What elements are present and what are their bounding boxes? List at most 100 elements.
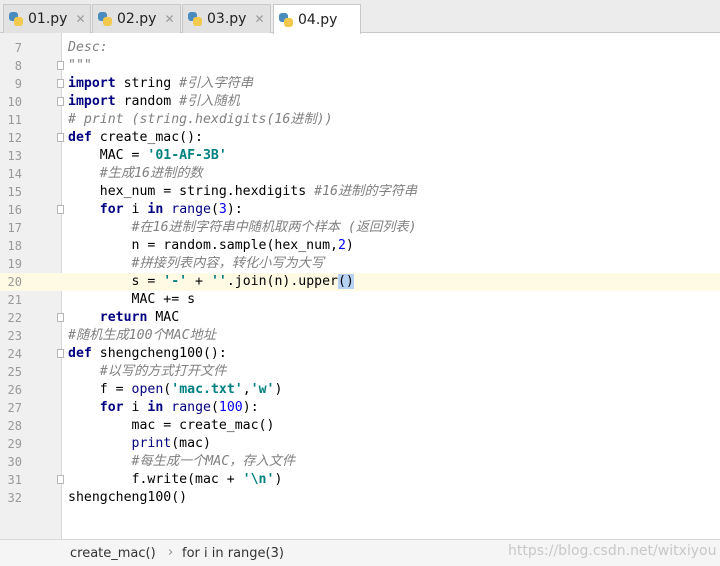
line-number: 17 — [7, 221, 22, 235]
code-line[interactable]: 20 s = '-' + ''.join(n).upper() — [0, 273, 720, 291]
code-text[interactable]: #生成16进制的数 — [68, 165, 203, 183]
code-text[interactable]: MAC = '01-AF-3B' — [68, 147, 227, 165]
tab-label: 04.py — [298, 11, 338, 28]
fold-marker-icon[interactable] — [57, 97, 64, 106]
code-text[interactable]: #随机生成100个MAC地址 — [68, 327, 216, 345]
code-text[interactable]: mac = create_mac() — [68, 417, 275, 435]
close-icon[interactable]: ✕ — [164, 12, 174, 26]
editor-tab-bar: 01.py ✕ 02.py ✕ 03.py ✕ 04.py — [0, 0, 720, 34]
code-text[interactable]: n = random.sample(hex_num,2) — [68, 237, 354, 255]
code-line[interactable]: 8 """ — [0, 57, 720, 75]
code-line[interactable]: 25 #以写的方式打开文件 — [0, 363, 720, 381]
code-line[interactable]: 32 shengcheng100() — [0, 489, 720, 507]
fold-marker-icon[interactable] — [57, 79, 64, 88]
code-line[interactable]: 24 def shengcheng100(): — [0, 345, 720, 363]
code-text[interactable]: f = open('mac.txt','w') — [68, 381, 283, 399]
line-number: 7 — [14, 41, 22, 55]
code-text[interactable]: """ — [68, 57, 92, 75]
line-number: 11 — [7, 113, 22, 127]
line-number: 29 — [7, 437, 22, 451]
code-line[interactable]: 12 def create_mac(): — [0, 129, 720, 147]
code-text[interactable]: return MAC — [68, 309, 179, 327]
code-line[interactable]: 16 for i in range(3): — [0, 201, 720, 219]
breadcrumb-separator: › — [168, 545, 174, 560]
code-text[interactable]: f.write(mac + '\n') — [68, 471, 283, 489]
code-text[interactable]: def shengcheng100(): — [68, 345, 227, 363]
fold-marker-icon[interactable] — [57, 61, 64, 70]
line-number: 18 — [7, 239, 22, 253]
python-file-icon — [8, 11, 24, 27]
tab-01-py[interactable]: 01.py ✕ — [3, 4, 91, 33]
code-line[interactable]: 21 MAC += s — [0, 291, 720, 309]
code-line[interactable]: 13 MAC = '01-AF-3B' — [0, 147, 720, 165]
line-number: 31 — [7, 473, 22, 487]
code-line[interactable]: 29 print(mac) — [0, 435, 720, 453]
code-text[interactable]: def create_mac(): — [68, 129, 203, 147]
code-line[interactable]: 9 import string #引入字符串 — [0, 75, 720, 93]
code-line[interactable]: 26 f = open('mac.txt','w') — [0, 381, 720, 399]
code-text[interactable]: for i in range(100): — [68, 399, 259, 417]
line-number: 12 — [7, 131, 22, 145]
code-line[interactable]: 10 import random #引入随机 — [0, 93, 720, 111]
tab-02-py[interactable]: 02.py ✕ — [92, 4, 181, 33]
line-number: 10 — [7, 95, 22, 109]
python-file-icon — [97, 11, 113, 27]
breadcrumb-function[interactable]: create_mac() — [70, 546, 156, 561]
code-line[interactable]: 11 # print (string.hexdigits(16进制)) — [0, 111, 720, 129]
line-number: 21 — [7, 293, 22, 307]
line-number: 30 — [7, 455, 22, 469]
line-number: 27 — [7, 401, 22, 415]
code-line[interactable]: 31 f.write(mac + '\n') — [0, 471, 720, 489]
line-number: 14 — [7, 167, 22, 181]
code-line[interactable]: 30 #每生成一个MAC，存入文件 — [0, 453, 720, 471]
code-line[interactable]: 22 return MAC — [0, 309, 720, 327]
line-number: 8 — [14, 59, 22, 73]
fold-marker-icon[interactable] — [57, 475, 64, 484]
code-line[interactable]: 23 #随机生成100个MAC地址 — [0, 327, 720, 345]
code-text[interactable]: import string #引入字符串 — [68, 75, 253, 93]
code-text[interactable]: #每生成一个MAC，存入文件 — [68, 453, 296, 471]
code-line[interactable]: 17 #在16进制字符串中随机取两个样本 (返回列表) — [0, 219, 720, 237]
fold-marker-icon[interactable] — [57, 349, 64, 358]
fold-marker-icon[interactable] — [57, 133, 64, 142]
close-icon[interactable]: ✕ — [254, 12, 264, 26]
line-number: 24 — [7, 347, 22, 361]
code-text[interactable]: Desc: — [68, 39, 108, 57]
line-number: 32 — [7, 491, 22, 505]
code-line[interactable]: 18 n = random.sample(hex_num,2) — [0, 237, 720, 255]
code-line[interactable]: 27 for i in range(100): — [0, 399, 720, 417]
python-file-icon — [187, 11, 203, 27]
fold-marker-icon[interactable] — [57, 205, 64, 214]
code-text[interactable]: print(mac) — [68, 435, 211, 453]
code-editor[interactable]: 7 Desc: 8 """ 9 import string #引入字符串 10 import … — [0, 33, 720, 539]
code-text[interactable]: import random #引入随机 — [68, 93, 240, 111]
line-number: 20 — [7, 275, 22, 289]
code-text[interactable]: for i in range(3): — [68, 201, 243, 219]
watermark: https://blog.csdn.net/witxiyou — [508, 543, 717, 559]
close-icon[interactable]: ✕ — [75, 12, 85, 26]
code-text[interactable]: #以写的方式打开文件 — [68, 363, 227, 381]
breadcrumb-bar: create_mac() › for i in range(3) https:/… — [0, 539, 720, 566]
line-number: 9 — [14, 77, 22, 91]
code-text[interactable]: s = '-' + ''.join(n).upper() — [68, 273, 354, 291]
tab-04-py[interactable]: 04.py — [273, 4, 361, 34]
code-text[interactable]: shengcheng100() — [68, 489, 187, 507]
code-text[interactable]: #拼接列表内容，转化小写为大写 — [68, 255, 325, 273]
tab-03-py[interactable]: 03.py ✕ — [182, 4, 271, 33]
breadcrumb-block[interactable]: for i in range(3) — [182, 546, 284, 561]
code-text[interactable]: MAC += s — [68, 291, 196, 309]
line-number: 13 — [7, 149, 22, 163]
code-line[interactable]: 7 Desc: — [0, 39, 720, 57]
code-text[interactable]: #在16进制字符串中随机取两个样本 (返回列表) — [68, 219, 417, 237]
code-line[interactable]: 15 hex_num = string.hexdigits #16进制的字符串 — [0, 183, 720, 201]
code-line[interactable]: 19 #拼接列表内容，转化小写为大写 — [0, 255, 720, 273]
code-line[interactable]: 28 mac = create_mac() — [0, 417, 720, 435]
fold-marker-icon[interactable] — [57, 313, 64, 322]
code-text[interactable]: hex_num = string.hexdigits #16进制的字符串 — [68, 183, 417, 201]
line-number: 23 — [7, 329, 22, 343]
tab-label: 03.py — [207, 11, 247, 27]
code-text[interactable]: # print (string.hexdigits(16进制)) — [68, 111, 333, 129]
line-number: 19 — [7, 257, 22, 271]
code-line[interactable]: 14 #生成16进制的数 — [0, 165, 720, 183]
python-file-icon — [278, 12, 294, 28]
